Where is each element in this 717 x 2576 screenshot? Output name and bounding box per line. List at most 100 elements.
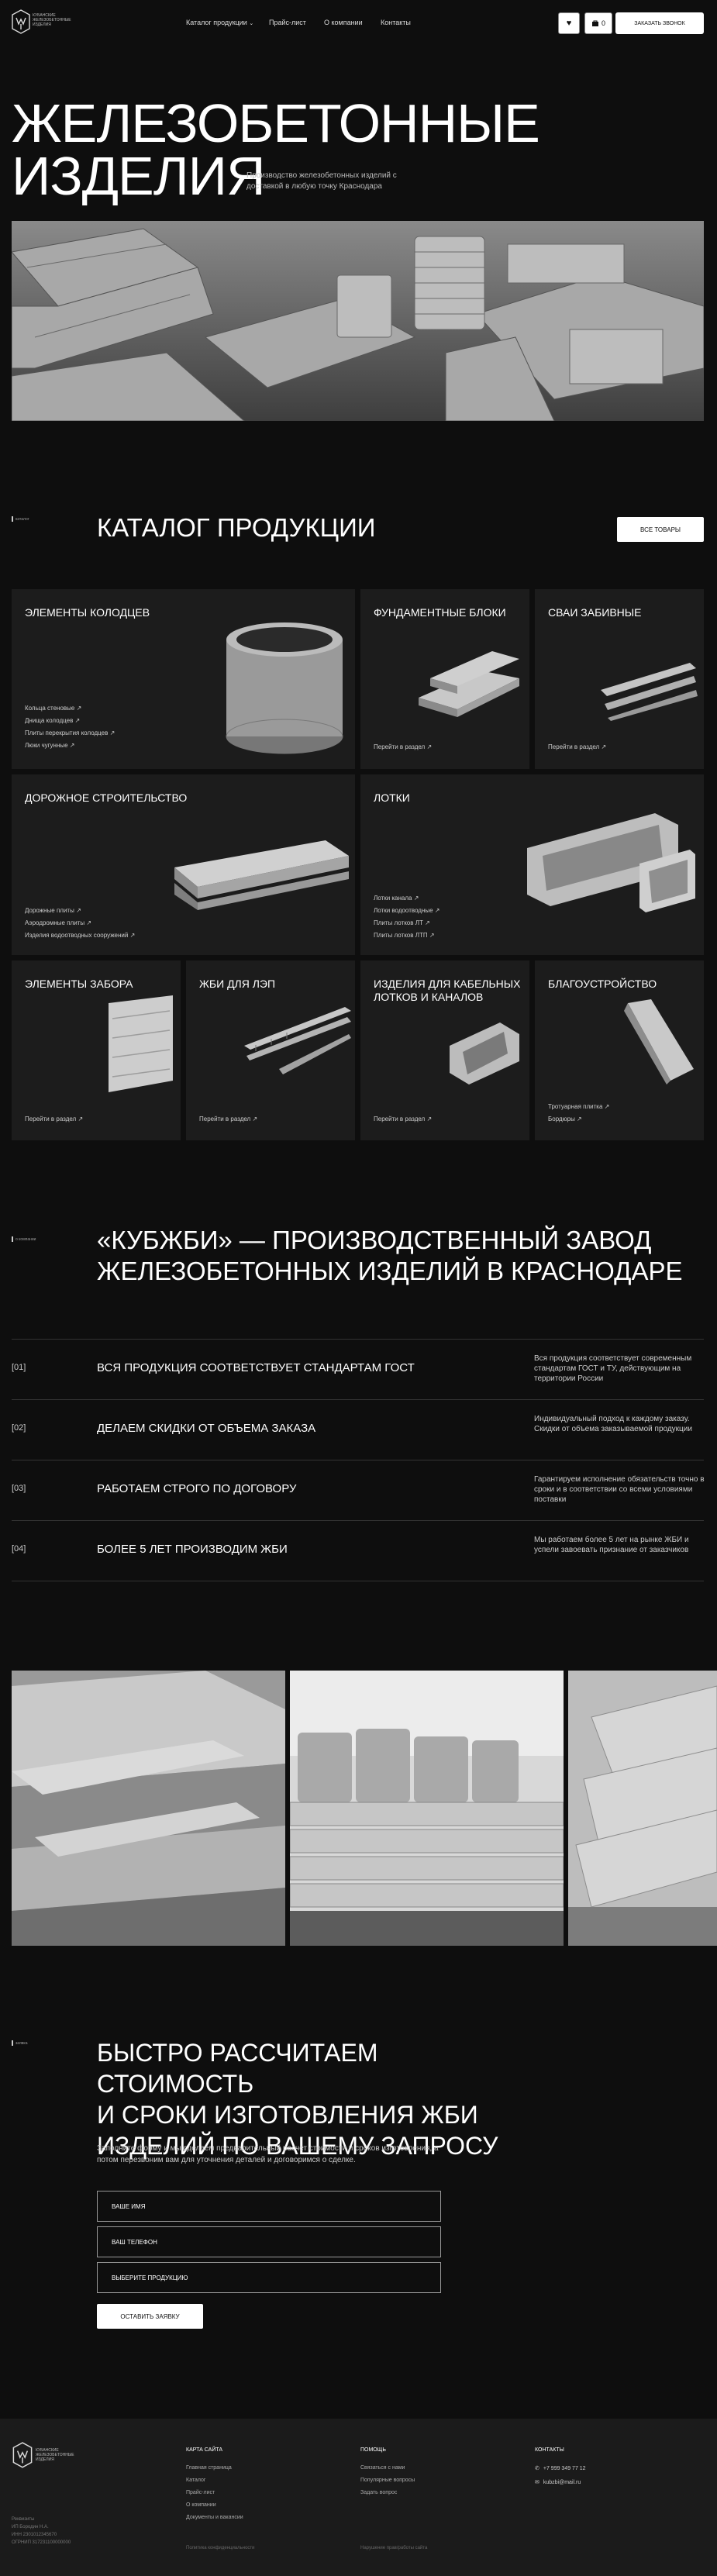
order-call-button[interactable]: ЗАКАЗАТЬ ЗВОНОК: [615, 12, 704, 34]
catalog-card-fence-elements[interactable]: ЭЛЕМЕНТЫ ЗАБОРА Перейти в раздел ↗: [12, 960, 181, 1140]
cart-button[interactable]: 0: [584, 12, 612, 34]
advantage-number: [04]: [12, 1544, 26, 1554]
catalog-card-driven-piles[interactable]: СВАИ ЗАБИВНЫЕ Перейти в раздел ↗: [535, 589, 704, 769]
advantage-description: Индивидуальный подход к каждому заказу. …: [534, 1415, 692, 1433]
card-title: ЖБИ ДЛЯ ЛЭП: [199, 978, 276, 990]
card-title: ЭЛЕМЕНТЫ ЗАБОРА: [25, 978, 133, 990]
logo-line: ИЗДЕЛИЯ: [36, 2457, 54, 2462]
advantage-title: ВСЯ ПРОДУКЦИЯ СООТВЕТСТВУЕТ СТАНДАРТАМ Г…: [97, 1361, 415, 1374]
production-photo: [12, 1671, 285, 1946]
nav-about[interactable]: О компании: [324, 19, 363, 26]
about-title-line: «КУБЖБИ» — ПРОИЗВОДСТВЕННЫЙ ЗАВОД: [97, 1226, 652, 1254]
logo-text: КУБАНСКИЕ ЖЕЛЕЗОБЕТОННЫЕ ИЗДЕЛИЯ: [33, 13, 87, 27]
company-logo[interactable]: [12, 9, 30, 37]
catalog-card-cable-channels[interactable]: ИЗДЕЛИЯ ДЛЯ КАБЕЛЬНЫХ ЛОТКОВ И КАНАЛОВ П…: [360, 960, 529, 1140]
about-section-label: о компании: [12, 1236, 36, 1242]
company-detail: ОГРНИП 317231100000000: [12, 2540, 71, 2545]
card-link[interactable]: Тротуарная плитка ↗: [548, 1101, 609, 1113]
advantage-number: [01]: [12, 1363, 26, 1372]
product-select[interactable]: ВЫБЕРИТЕ ПРОДУКЦИЮ: [97, 2262, 441, 2293]
submit-request-button[interactable]: ОСТАВИТЬ ЗАЯВКУ: [97, 2304, 203, 2329]
phone-field[interactable]: ВАШ ТЕЛЕФОН: [97, 2226, 441, 2257]
catalog-card-foundation-blocks[interactable]: ФУНДАМЕНТНЫЕ БЛОКИ Перейти в раздел ↗: [360, 589, 529, 769]
heart-icon: ♥: [566, 19, 572, 28]
footer-link[interactable]: Документы и вакансии: [186, 2512, 243, 2524]
card-link[interactable]: Перейти в раздел ↗: [25, 1113, 83, 1126]
trays-image: [527, 813, 695, 912]
terms-link[interactable]: Нарушение прав/работы сайта: [360, 2546, 427, 2550]
card-link[interactable]: Перейти в раздел ↗: [374, 741, 432, 753]
advantage-row: [04] БОЛЕЕ 5 ЛЕТ ПРОИЗВОДИМ ЖБИ Мы работ…: [12, 1521, 704, 1581]
nav-contacts[interactable]: Контакты: [381, 19, 411, 26]
catalog-card-road-construction[interactable]: ДОРОЖНОЕ СТРОИТЕЛЬСТВО Дорожные плиты ↗ …: [12, 774, 355, 955]
footer-sitemap-heading: КАРТА САЙТА: [186, 2447, 223, 2453]
about-title: «КУБЖБИ» — ПРОИЗВОДСТВЕННЫЙ ЗАВОД ЖЕЛЕЗО…: [97, 1225, 682, 1287]
card-title: СВАИ ЗАБИВНЫЕ: [548, 606, 642, 619]
footer-help-heading: ПОМОЩЬ: [360, 2447, 386, 2453]
card-link[interactable]: Изделия водоотводных сооружений ↗: [25, 929, 135, 942]
curb-stone-image: [624, 999, 694, 1085]
card-link[interactable]: Лотки водоотводные ↗: [374, 905, 440, 917]
card-link[interactable]: Кольца стеновые ↗: [25, 702, 81, 715]
card-link[interactable]: Перейти в раздел ↗: [374, 1113, 432, 1126]
card-link[interactable]: Плиты лотков ЛТП ↗: [374, 929, 435, 942]
nav-catalog[interactable]: Каталог продукции ⌄: [186, 19, 253, 26]
catalog-title: КАТАЛОГ ПРОДУКЦИИ: [97, 513, 376, 542]
favorites-button[interactable]: ♥: [558, 12, 580, 34]
foundation-blocks-image: [419, 651, 519, 717]
footer-link[interactable]: Каталог: [186, 2474, 243, 2487]
name-field[interactable]: ВАШЕ ИМЯ: [97, 2191, 441, 2222]
privacy-policy-link[interactable]: Политика конфиденциальности: [186, 2546, 255, 2550]
card-link[interactable]: Лотки канала ↗: [374, 892, 419, 905]
card-title: ЭЛЕМЕНТЫ КОЛОДЦЕВ: [25, 606, 150, 619]
card-link[interactable]: Плиты перекрытия колодцев ↗: [25, 727, 115, 740]
card-link[interactable]: Днища колодцев ↗: [25, 715, 80, 727]
form-description: Заполните форму и мы сделаем предварител…: [97, 2144, 439, 2164]
advantage-row: [01] ВСЯ ПРОДУКЦИЯ СООТВЕТСТВУЕТ СТАНДАР…: [12, 1340, 704, 1400]
company-details: Реквизиты ИП Бородин Н.А. ИНН 2301012345…: [12, 2516, 71, 2547]
logo-line: ИЗДЕЛИЯ: [33, 22, 51, 27]
card-link[interactable]: Дорожные плиты ↗: [25, 905, 81, 917]
footer: [0, 2419, 717, 2576]
footer-link[interactable]: Задать вопрос: [360, 2487, 415, 2499]
nav-price-list[interactable]: Прайс-лист: [269, 19, 306, 26]
footer-phone[interactable]: ✆ +7 999 349 77 12: [535, 2465, 586, 2472]
footer-logo[interactable]: [12, 2442, 33, 2471]
footer-link[interactable]: Связаться с нами: [360, 2462, 415, 2474]
road-slabs-image: [174, 840, 349, 910]
production-photo: [568, 1671, 717, 1946]
footer-link[interactable]: Главная страница: [186, 2462, 243, 2474]
footer-link[interactable]: Популярные вопросы: [360, 2474, 415, 2487]
card-link[interactable]: Плиты лотков ЛТ ↗: [374, 917, 430, 929]
cable-tray-image: [450, 1022, 519, 1085]
footer-email[interactable]: ✉ kubzbi@mail.ru: [535, 2479, 581, 2486]
card-link[interactable]: Люки чугунные ↗: [25, 740, 75, 752]
footer-link[interactable]: О компании: [186, 2499, 243, 2512]
card-title: ЛОТКИ: [374, 791, 410, 804]
catalog-card-landscaping[interactable]: БЛАГОУСТРОЙСТВО Тротуарная плитка ↗ Борд…: [535, 960, 704, 1140]
catalog-card-well-elements[interactable]: ЭЛЕМЕНТЫ КОЛОДЦЕВ Кольца стеновые ↗ Днищ…: [12, 589, 355, 769]
footer-link[interactable]: Прайс-лист: [186, 2487, 243, 2499]
card-link[interactable]: Перейти в раздел ↗: [199, 1113, 257, 1126]
catalog-card-trays[interactable]: ЛОТКИ Лотки канала ↗ Лотки водоотводные …: [360, 774, 704, 955]
fence-panel-image: [109, 995, 173, 1092]
card-title: ФУНДАМЕНТНЫЕ БЛОКИ: [374, 606, 506, 619]
production-photo: [290, 1671, 564, 1946]
card-link[interactable]: Бордюры ↗: [548, 1113, 582, 1126]
catalog-section-label: каталог: [12, 516, 29, 522]
cart-count: 0: [601, 19, 605, 27]
company-detail: ИП Бородин Н.А.: [12, 2525, 49, 2529]
footer-sitemap: Главная страница Каталог Прайс-лист О ко…: [186, 2462, 243, 2524]
advantage-row: [02] ДЕЛАЕМ СКИДКИ ОТ ОБЪЕМА ЗАКАЗА Инди…: [12, 1400, 704, 1460]
form-section-label: заявка: [12, 2040, 28, 2046]
catalog-card-power-line[interactable]: ЖБИ ДЛЯ ЛЭП Перейти в раздел ↗: [186, 960, 355, 1140]
all-products-button[interactable]: ВСЕ ТОВАРЫ: [617, 517, 704, 542]
phone-text: +7 999 349 77 12: [543, 2465, 586, 2471]
card-link[interactable]: Перейти в раздел ↗: [548, 741, 606, 753]
power-poles-image: [244, 1007, 351, 1074]
footer-contacts-heading: КОНТАКТЫ: [535, 2447, 564, 2453]
company-detail: Реквизиты: [12, 2517, 35, 2522]
advantage-title: РАБОТАЕМ СТРОГО ПО ДОГОВОРУ: [97, 1482, 297, 1495]
advantage-number: [02]: [12, 1423, 26, 1433]
card-link[interactable]: Аэродромные плиты ↗: [25, 917, 91, 929]
